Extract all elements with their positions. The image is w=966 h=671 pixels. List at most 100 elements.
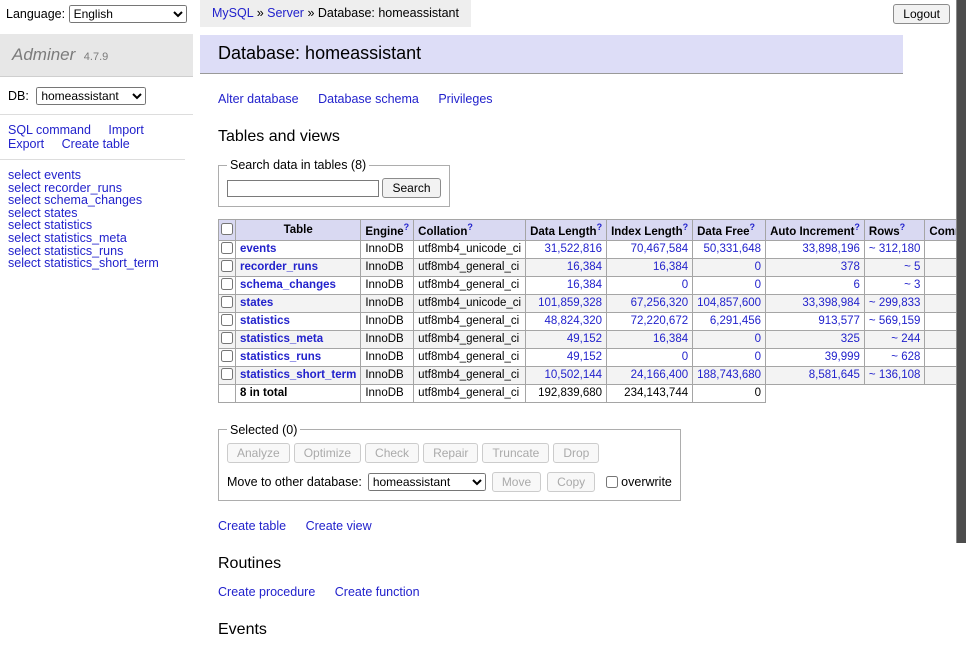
rows-link[interactable]: ~ 244 [891,333,920,345]
data-free-link[interactable]: 6,291,456 [710,315,761,327]
rows-link[interactable]: ~ 299,833 [869,297,920,309]
column-help-link[interactable]: ? [467,222,473,232]
rows-link[interactable]: ~ 569,159 [869,315,920,327]
data-length-link[interactable]: 31,522,816 [545,243,603,255]
selected-action-button[interactable]: Check [365,443,419,463]
index-length-link[interactable]: 0 [682,351,688,363]
data-length-link[interactable]: 16,384 [567,261,602,273]
row-checkbox[interactable] [221,242,233,254]
table-structure-link[interactable]: statistics_runs [240,351,321,363]
table-structure-link[interactable]: statistics_meta [240,333,323,345]
create-link[interactable]: Create table [218,519,286,533]
database-action-link[interactable]: Privileges [438,92,492,106]
sidebar-link[interactable]: Export [8,137,44,151]
routine-link[interactable]: Create procedure [218,585,315,599]
table-structure-link[interactable]: statistics [240,315,290,327]
auto-increment-link[interactable]: 8,581,645 [809,369,860,381]
copy-button[interactable]: Copy [547,472,595,492]
index-length-link[interactable]: 67,256,320 [631,297,689,309]
sidebar-link[interactable]: Import [108,123,143,137]
index-length-link[interactable]: 0 [682,279,688,291]
auto-increment-link[interactable]: 325 [841,333,860,345]
rows-link[interactable]: ~ 628 [891,351,920,363]
data-length-link[interactable]: 10,502,144 [545,369,603,381]
row-checkbox[interactable] [221,368,233,380]
data-length-link[interactable]: 48,824,320 [545,315,603,327]
data-length-link[interactable]: 16,384 [567,279,602,291]
column-help-link[interactable]: ? [683,222,689,232]
rows-link[interactable]: ~ 136,108 [869,369,920,381]
index-length-link[interactable]: 70,467,584 [631,243,689,255]
table-structure-link[interactable]: statistics_short_term [240,369,356,381]
table-name-cell: events [236,240,361,258]
data-free-link[interactable]: 0 [755,261,761,273]
select-all-checkbox[interactable] [221,223,233,235]
rows-link[interactable]: ~ 5 [904,261,920,273]
move-button[interactable]: Move [492,472,541,492]
column-help-link[interactable]: ? [404,222,410,232]
data-length-link[interactable]: 49,152 [567,351,602,363]
data-free-link[interactable]: 188,743,680 [697,369,761,381]
index-length-link[interactable]: 72,220,672 [631,315,689,327]
data-free-link[interactable]: 0 [755,351,761,363]
rows-link[interactable]: ~ 312,180 [869,243,920,255]
auto-increment-link[interactable]: 6 [854,279,860,291]
column-header: Rows? [864,220,924,241]
create-link[interactable]: Create view [306,519,372,533]
auto-increment-link[interactable]: 39,999 [825,351,860,363]
column-help-link[interactable]: ? [750,222,756,232]
rows-link[interactable]: ~ 3 [904,279,920,291]
auto-increment-link[interactable]: 33,898,196 [802,243,860,255]
selected-action-button[interactable]: Optimize [294,443,361,463]
search-button[interactable]: Search [382,178,440,198]
selected-action-button[interactable]: Drop [553,443,599,463]
breadcrumb-link-mysql[interactable]: MySQL [212,6,253,20]
sidebar-link[interactable]: SQL command [8,123,91,137]
column-help-link[interactable]: ? [900,222,906,232]
language-select[interactable]: English [69,5,187,23]
row-checkbox[interactable] [221,296,233,308]
table-structure-link[interactable]: states [240,297,273,309]
row-checkbox[interactable] [221,260,233,272]
auto-increment-link[interactable]: 33,398,984 [802,297,860,309]
data-free-link[interactable]: 0 [755,333,761,345]
row-checkbox[interactable] [221,314,233,326]
index-length-link[interactable]: 24,166,400 [631,369,689,381]
row-checkbox[interactable] [221,278,233,290]
row-checkbox[interactable] [221,350,233,362]
overwrite-checkbox[interactable] [606,476,618,488]
index-length-link[interactable]: 16,384 [653,333,688,345]
table-structure-link[interactable]: recorder_runs [240,261,318,273]
logout-button[interactable]: Logout [893,4,950,24]
data-free-link[interactable]: 50,331,648 [704,243,762,255]
vertical-scrollbar[interactable] [956,0,966,543]
table-structure-link[interactable]: schema_changes [240,279,336,291]
data-length-link[interactable]: 49,152 [567,333,602,345]
data-free-link[interactable]: 104,857,600 [697,297,761,309]
data-free-link[interactable]: 0 [755,279,761,291]
breadcrumb-link-server[interactable]: Server [267,6,304,20]
table-structure-link[interactable]: events [240,243,276,255]
sidebar-link[interactable]: Create table [62,137,130,151]
index_length-cell: 67,256,320 [607,294,693,312]
routine-link[interactable]: Create function [335,585,420,599]
row-checkbox[interactable] [221,332,233,344]
selected-action-button[interactable]: Truncate [482,443,549,463]
auto-increment-link[interactable]: 378 [841,261,860,273]
database-action-link[interactable]: Alter database [218,92,299,106]
auto-increment-link[interactable]: 913,577 [818,315,860,327]
move-db-select[interactable]: homeassistant [368,473,486,491]
sidebar-table-links: select eventsselect recorder_runsselect … [0,160,193,279]
db-select[interactable]: homeassistant [36,87,146,105]
database-action-link[interactable]: Database schema [318,92,419,106]
table-select-link[interactable]: select [8,256,41,270]
table-name-link[interactable]: statistics_short_term [44,256,159,270]
data-length-link[interactable]: 101,859,328 [538,297,602,309]
column-help-link[interactable]: ? [597,222,603,232]
index-length-link[interactable]: 16,384 [653,261,688,273]
selected-action-button[interactable]: Analyze [227,443,290,463]
selected-action-button[interactable]: Repair [423,443,478,463]
column-help-link[interactable]: ? [854,222,860,232]
search-input[interactable] [227,180,379,197]
engine-cell: InnoDB [361,348,414,366]
